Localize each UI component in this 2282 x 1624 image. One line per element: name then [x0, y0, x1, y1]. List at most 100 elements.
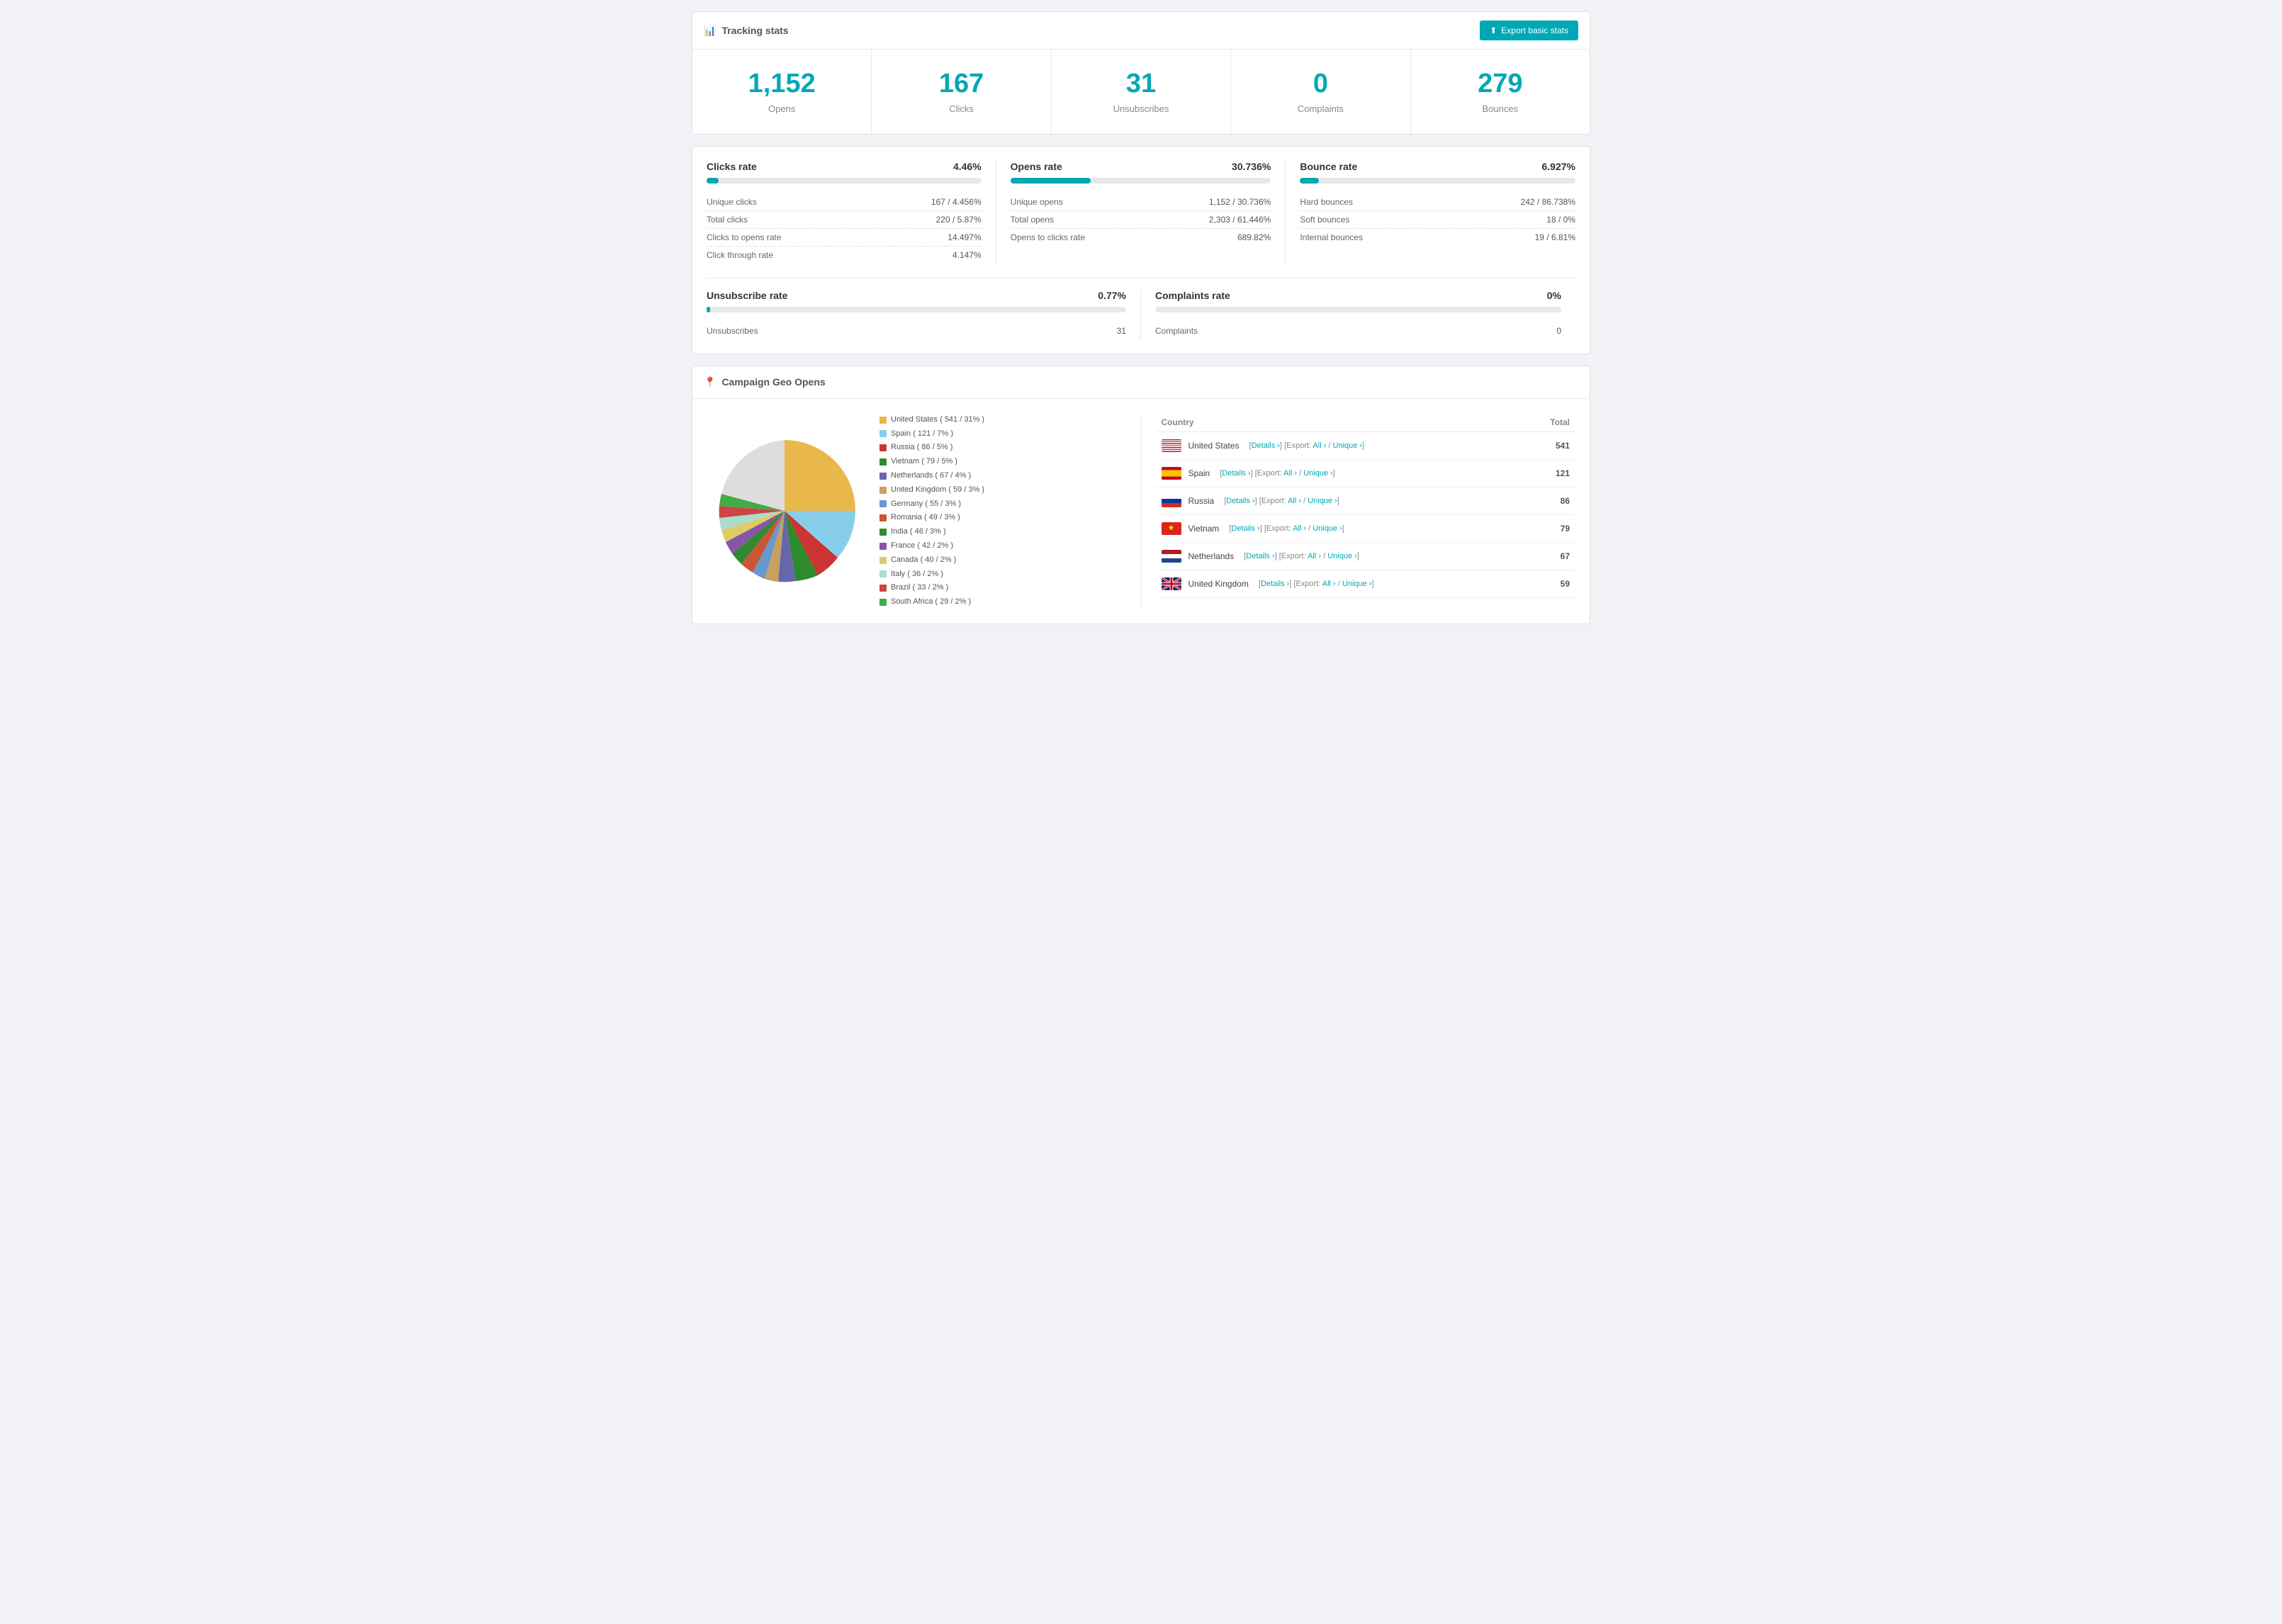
vn-details-link[interactable]: Details › [1231, 524, 1259, 533]
legend-dot-ca [879, 557, 887, 564]
legend-dot-gb [879, 487, 887, 494]
legend-item-es: Spain ( 121 / 7% ) [879, 427, 984, 441]
opens-number: 1,152 [704, 69, 860, 99]
us-export-all[interactable]: All › [1313, 441, 1326, 450]
rate-stat-opens-to-clicks: Opens to clicks rate 689.82% [1011, 229, 1271, 246]
ru-export-unique[interactable]: Unique › [1308, 497, 1337, 505]
nl-export-unique[interactable]: Unique › [1327, 552, 1357, 560]
legend-dot-ru [879, 444, 887, 451]
gb-total: 59 [1524, 570, 1575, 597]
complaints-number: 0 [1242, 69, 1398, 99]
legend-item-vn: Vietnam ( 79 / 5% ) [879, 455, 984, 469]
table-row: Spain [Details ›] [Export: All › / Uniqu… [1156, 459, 1576, 487]
legend-item-de: Germany ( 55 / 3% ) [879, 497, 984, 512]
tracking-stats-card: 📊 Tracking stats ⬆ Export basic stats 1,… [692, 11, 1590, 135]
nl-details-link[interactable]: Details › [1246, 552, 1274, 560]
legend-item-ro: Romania ( 49 / 3% ) [879, 511, 984, 525]
legend-item-in: India ( 46 / 3% ) [879, 525, 984, 539]
legend-item-fr: France ( 42 / 2% ) [879, 539, 984, 553]
bounce-progress-bg [1300, 178, 1575, 184]
legend-dot-us [879, 417, 887, 424]
nl-export-all[interactable]: All › [1308, 552, 1321, 560]
legend-dot-in [879, 529, 887, 536]
flag-es [1162, 467, 1181, 480]
bounces-label: Bounces [1422, 103, 1578, 114]
vn-total: 79 [1524, 514, 1575, 542]
geo-legend: United States ( 541 / 31% ) Spain ( 121 … [879, 413, 984, 609]
es-export-all[interactable]: All › [1283, 469, 1297, 478]
unsubscribe-progress-fill [707, 307, 710, 312]
ru-details-link[interactable]: Details › [1226, 497, 1254, 505]
rate-stat-hard-bounces: Hard bounces 242 / 86.738% [1300, 193, 1575, 211]
flag-ru [1162, 495, 1181, 507]
flag-gb [1162, 577, 1181, 590]
complaints-rate-col: Complaints rate 0% Complaints 0 [1141, 290, 1575, 339]
country-table: Country Total United States [1156, 413, 1576, 598]
clicks-progress-bg [707, 178, 982, 184]
bar-chart-icon: 📊 [704, 25, 716, 37]
gb-details-link[interactable]: Details › [1261, 580, 1289, 588]
rate-stat-total-opens: Total opens 2,303 / 61.446% [1011, 211, 1271, 229]
unsubscribe-progress-bg [707, 307, 1126, 312]
legend-item-it: Italy ( 36 / 2% ) [879, 568, 984, 582]
clicks-label: Clicks [883, 103, 1039, 114]
gb-export-all[interactable]: All › [1322, 580, 1336, 588]
legend-item-ca: Canada ( 40 / 2% ) [879, 553, 984, 568]
vn-export-all[interactable]: All › [1293, 524, 1306, 533]
stats-row: 1,152 Opens 167 Clicks 31 Unsubscribes 0… [692, 50, 1590, 134]
legend-list: United States ( 541 / 31% ) Spain ( 121 … [879, 413, 984, 609]
export-icon: ⬆ [1490, 26, 1497, 35]
rate-stat-unsubscribes: Unsubscribes 31 [707, 322, 1126, 339]
es-export-unique[interactable]: Unique › [1303, 469, 1333, 478]
bounce-progress-fill [1300, 178, 1319, 184]
geo-opens-card: 📍 Campaign Geo Opens [692, 366, 1590, 624]
nl-total: 67 [1524, 542, 1575, 570]
ru-export-all[interactable]: All › [1288, 497, 1301, 505]
stat-complaints: 0 Complaints [1231, 50, 1410, 134]
us-details-link[interactable]: Details › [1252, 441, 1280, 450]
complaints-rate-title: Complaints rate [1155, 290, 1230, 301]
rate-stat-internal-bounces: Internal bounces 19 / 6.81% [1300, 229, 1575, 246]
country-cell-nl: Netherlands [Details ›] [Export: All › /… [1156, 542, 1524, 570]
opens-progress-bg [1011, 178, 1271, 184]
legend-dot-za [879, 599, 887, 606]
country-cell-vn: ★ Vietnam [Details ›] [Export: All › / U… [1156, 514, 1524, 542]
gb-export-unique[interactable]: Unique › [1342, 580, 1372, 588]
country-cell-es: Spain [Details ›] [Export: All › / Uniqu… [1156, 459, 1524, 487]
pin-icon: 📍 [704, 376, 716, 388]
pie-chart-svg [707, 433, 862, 589]
complaints-progress-bg [1155, 307, 1561, 312]
clicks-rate-title: Clicks rate [707, 161, 757, 172]
us-export-unique[interactable]: Unique › [1333, 441, 1363, 450]
geo-header: 📍 Campaign Geo Opens [692, 366, 1590, 399]
opens-label: Opens [704, 103, 860, 114]
country-cell-ru: Russia [Details ›] [Export: All › / Uniq… [1156, 487, 1524, 514]
rates-grid-bottom: Unsubscribe rate 0.77% Unsubscribes 31 C… [692, 290, 1590, 354]
flag-nl [1162, 550, 1181, 563]
unsubscribe-rate-value: 0.77% [1098, 290, 1126, 301]
legend-item-br: Brazil ( 33 / 2% ) [879, 581, 984, 595]
stat-unsubscribes: 31 Unsubscribes [1052, 50, 1231, 134]
legend-dot-br [879, 585, 887, 592]
card-title: 📊 Tracking stats [704, 25, 789, 37]
export-basic-stats-button[interactable]: ⬆ Export basic stats [1480, 21, 1578, 40]
rate-stat-soft-bounces: Soft bounces 18 / 0% [1300, 211, 1575, 229]
rate-stat-complaints: Complaints 0 [1155, 322, 1561, 339]
unsubscribe-rate-title: Unsubscribe rate [707, 290, 787, 301]
vn-export-unique[interactable]: Unique › [1313, 524, 1342, 533]
es-details-link[interactable]: Details › [1222, 469, 1250, 478]
unsubscribes-number: 31 [1063, 69, 1219, 99]
flag-us [1162, 439, 1181, 452]
unsubscribes-label: Unsubscribes [1063, 103, 1219, 114]
table-row: Russia [Details ›] [Export: All › / Uniq… [1156, 487, 1576, 514]
country-cell-us: United States [Details ›] [Export: All ›… [1156, 432, 1524, 459]
legend-dot-it [879, 570, 887, 577]
clicks-progress-fill [707, 178, 719, 184]
opens-rate-title: Opens rate [1011, 161, 1062, 172]
es-total: 121 [1524, 459, 1575, 487]
table-row: United Kingdom [Details ›] [Export: All … [1156, 570, 1576, 597]
legend-item-ru: Russia ( 86 / 5% ) [879, 441, 984, 455]
legend-dot-fr [879, 543, 887, 550]
rates-card: Clicks rate 4.46% Unique clicks 167 / 4.… [692, 146, 1590, 354]
rates-grid-top: Clicks rate 4.46% Unique clicks 167 / 4.… [692, 147, 1590, 278]
